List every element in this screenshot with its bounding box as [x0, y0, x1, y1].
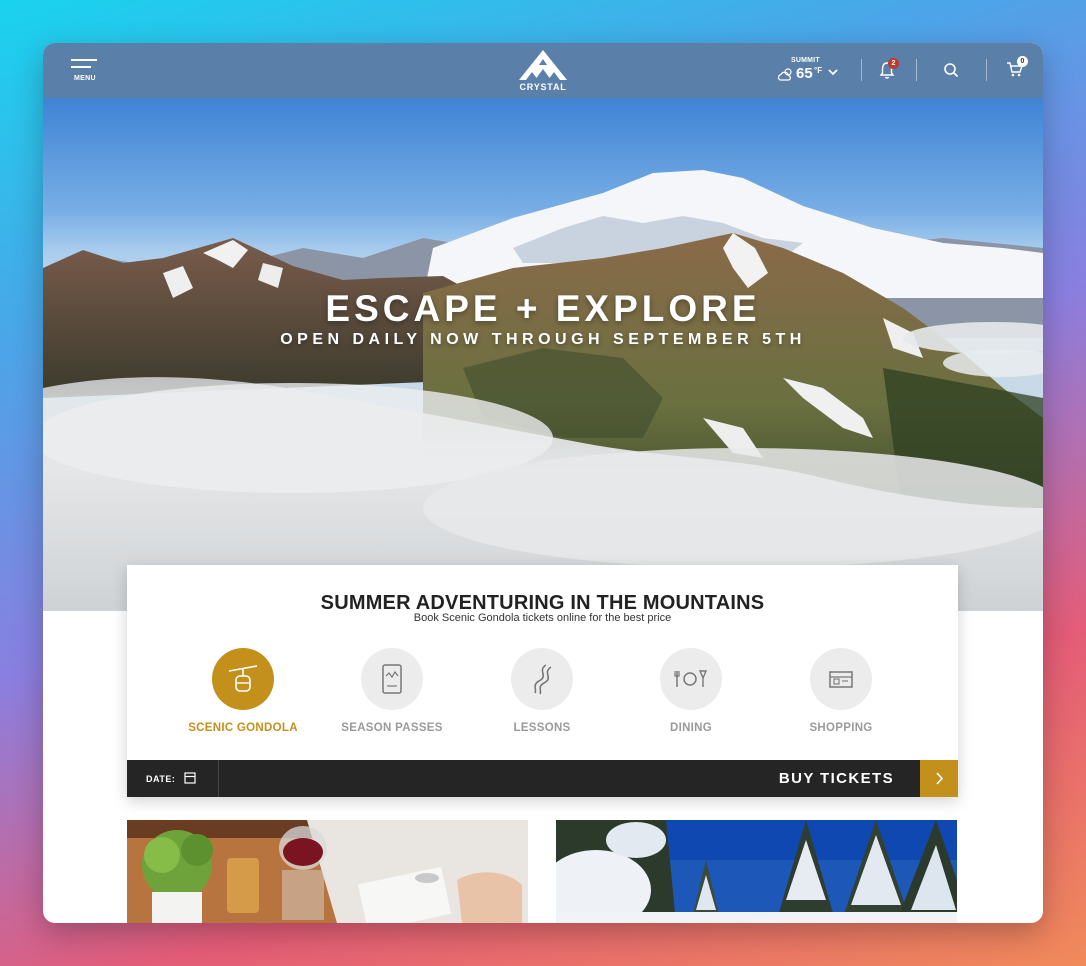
buy-tickets-arrow-button[interactable]: [920, 760, 958, 797]
category-label: DINING: [669, 722, 713, 734]
mountain-landscape-image: [43, 170, 1043, 611]
partly-cloudy-icon: [777, 68, 792, 81]
category-shopping[interactable]: SHOPPING: [771, 648, 911, 734]
logo-text: CRYSTAL: [519, 82, 567, 92]
category-scenic-gondola[interactable]: SCENIC GONDOLA: [173, 648, 313, 734]
nav-divider: [916, 59, 917, 81]
snowy-trees-image: [556, 820, 957, 923]
search-icon: [944, 63, 959, 78]
weather-location: SUMMIT: [791, 57, 820, 64]
menu-label: MENU: [74, 75, 96, 82]
dining-feature-tile[interactable]: [127, 820, 528, 923]
pass-card-icon: [361, 648, 423, 710]
hero-title: ESCAPE + EXPLORE: [325, 288, 761, 329]
mountain-logo-icon: [519, 50, 567, 80]
category-season-passes[interactable]: SEASON PASSES: [322, 648, 462, 734]
cart-badge: 0: [1017, 56, 1028, 67]
alerts-badge: 2: [888, 58, 899, 69]
hamburger-icon-bar: [71, 66, 91, 68]
date-label: DATE:: [146, 774, 176, 784]
buy-tickets-bar: DATE: BUY TICKETS: [127, 760, 958, 797]
weather-dropdown[interactable]: SUMMIT 65 °F: [774, 55, 844, 87]
category-label: SCENIC GONDOLA: [188, 722, 298, 734]
nav-divider: [861, 59, 862, 81]
buy-tickets-button[interactable]: BUY TICKETS: [779, 770, 894, 787]
hero-subtitle: OPEN DAILY NOW THROUGH SEPTEMBER 5TH: [280, 331, 806, 348]
booking-card: SUMMER ADVENTURING IN THE MOUNTAINS Book…: [127, 565, 958, 797]
category-label: SEASON PASSES: [341, 722, 443, 734]
menu-button[interactable]: [71, 59, 101, 87]
temperature-unit: °F: [814, 66, 823, 75]
top-nav: MENU CRYSTAL SUMMIT 65 °F 2 0: [43, 43, 1043, 98]
hero-banner: ESCAPE + EXPLORE OPEN DAILY NOW THROUGH …: [43, 98, 1043, 611]
gondola-icon: [212, 648, 274, 710]
temperature: 65: [796, 65, 813, 82]
chevron-down-icon: [828, 69, 838, 76]
booking-subtitle: Book Scenic Gondola tickets online for t…: [413, 612, 672, 624]
shop-icon: [810, 648, 872, 710]
alerts-button[interactable]: 2: [879, 58, 899, 82]
search-button[interactable]: [943, 62, 961, 80]
trail-icon: [511, 648, 573, 710]
dining-icon: [660, 648, 722, 710]
crystal-logo[interactable]: CRYSTAL: [515, 49, 571, 95]
date-picker[interactable]: DATE:: [127, 760, 219, 797]
category-dining[interactable]: DINING: [621, 648, 761, 734]
nav-divider: [986, 59, 987, 81]
calendar-icon: [184, 772, 196, 784]
restaurant-table-image: [127, 820, 528, 923]
category-lessons[interactable]: LESSONS: [472, 648, 612, 734]
hamburger-icon: [71, 59, 97, 61]
category-label: LESSONS: [513, 722, 571, 734]
category-label: SHOPPING: [809, 722, 873, 734]
browser-window: MENU CRYSTAL SUMMIT 65 °F 2 0 ESCAPE + E…: [43, 43, 1043, 923]
cart-button[interactable]: 0: [1006, 56, 1028, 81]
winter-feature-tile[interactable]: [556, 820, 957, 923]
chevron-right-icon: [935, 772, 943, 785]
